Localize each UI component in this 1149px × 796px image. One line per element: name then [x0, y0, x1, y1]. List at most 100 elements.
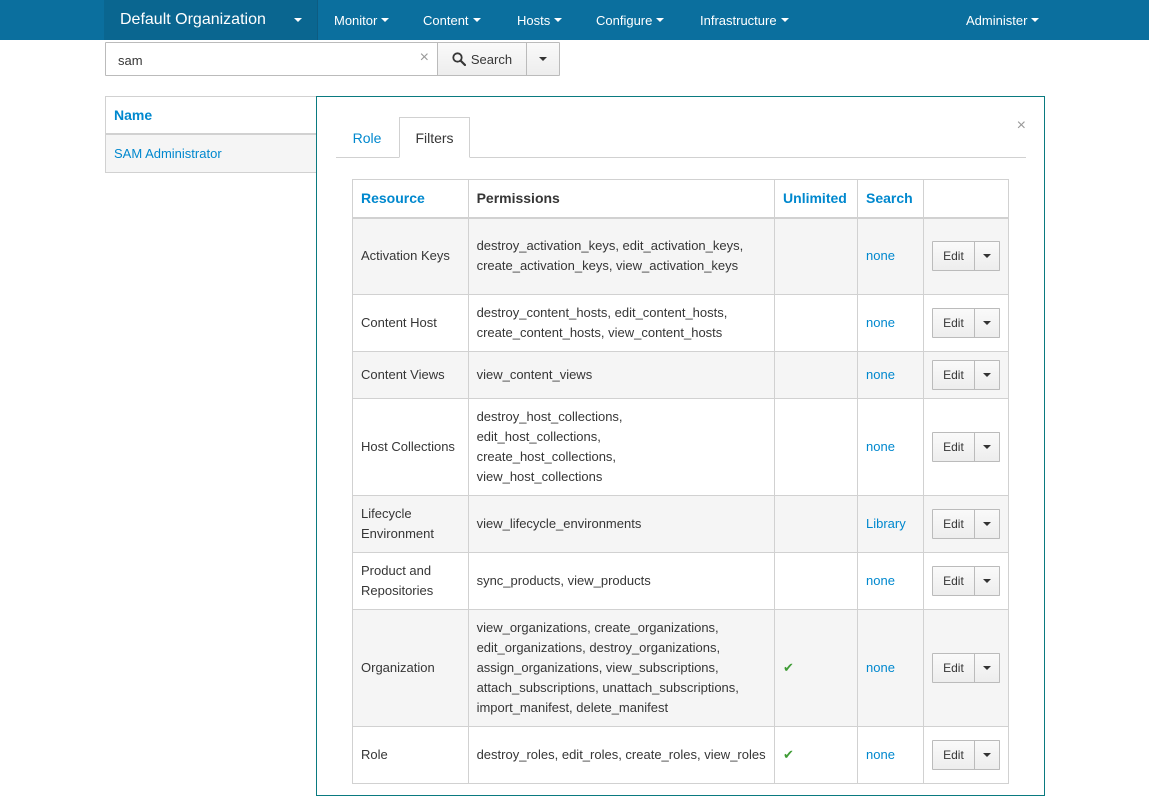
role-detail-panel: × Role Filters Resource Permissions Unli… [316, 96, 1045, 796]
edit-options-dropdown[interactable] [974, 360, 1000, 390]
cell-permissions: view_content_views [467, 351, 776, 399]
chevron-down-icon [381, 18, 390, 22]
nav-menu-infrastructure[interactable]: Infrastructure [700, 0, 789, 40]
cell-resource: Content Views [352, 351, 469, 399]
edit-button-group: Edit [931, 360, 1000, 390]
cell-permissions: destroy_host_collections, edit_host_coll… [467, 398, 776, 496]
nav-menu-configure[interactable]: Configure [596, 0, 665, 40]
column-header-resource[interactable]: Resource [352, 179, 469, 219]
table-row: Activation Keys destroy_activation_keys,… [352, 217, 1010, 295]
cell-actions: Edit [922, 351, 1010, 399]
chevron-down-icon [656, 18, 665, 22]
search-filter-link[interactable]: none [866, 248, 895, 263]
edit-button-group: Edit [931, 241, 1000, 272]
cell-actions: Edit [922, 495, 1010, 553]
chevron-down-icon [554, 18, 563, 22]
panel-tabs: Role Filters [336, 117, 1026, 158]
tab-filters[interactable]: Filters [399, 117, 470, 158]
cell-resource: Content Host [352, 294, 469, 352]
edit-button-group: Edit [931, 566, 1000, 596]
checkmark-icon: ✔ [783, 747, 794, 762]
cell-permissions: destroy_content_hosts, edit_content_host… [467, 294, 776, 352]
cell-permissions: view_lifecycle_environments [467, 495, 776, 553]
chevron-down-icon [982, 579, 991, 583]
edit-options-dropdown[interactable] [974, 432, 1000, 462]
edit-options-dropdown[interactable] [974, 509, 1000, 539]
cell-resource: Activation Keys [352, 217, 469, 295]
chevron-down-icon [982, 522, 991, 526]
edit-button-group: Edit [931, 740, 1000, 770]
cell-unlimited [774, 398, 858, 496]
search-field: × [105, 42, 438, 76]
cell-actions: Edit [922, 294, 1010, 352]
organization-switcher[interactable]: Default Organization [104, 0, 318, 40]
tab-role[interactable]: Role [336, 117, 398, 158]
cell-search: none [857, 552, 924, 610]
list-item-role[interactable]: SAM Administrator [106, 135, 316, 172]
column-header-name[interactable]: Name [106, 97, 316, 135]
edit-button[interactable]: Edit [931, 241, 975, 272]
column-header-permissions: Permissions [467, 179, 776, 219]
search-filter-link[interactable]: none [866, 573, 895, 588]
search-filter-link[interactable]: none [866, 367, 895, 382]
search-filter-link[interactable]: none [866, 439, 895, 454]
table-row: Host Collections destroy_host_collection… [352, 398, 1010, 496]
search-filter-link[interactable]: none [866, 660, 895, 675]
cell-resource: Organization [352, 609, 469, 727]
edit-button[interactable]: Edit [931, 308, 975, 338]
search-filter-link[interactable]: none [866, 315, 895, 330]
edit-options-dropdown[interactable] [974, 241, 1000, 272]
cell-resource: Product and Repositories [352, 552, 469, 610]
edit-options-dropdown[interactable] [974, 653, 1000, 683]
chevron-down-icon [982, 445, 991, 449]
cell-actions: Edit [922, 552, 1010, 610]
search-filter-link[interactable]: Library [866, 516, 906, 531]
edit-button[interactable]: Edit [931, 566, 975, 596]
organization-name: Default Organization [120, 11, 266, 28]
search-filter-link[interactable]: none [866, 747, 895, 762]
cell-search: none [857, 294, 924, 352]
edit-button[interactable]: Edit [931, 432, 975, 462]
edit-button[interactable]: Edit [931, 360, 975, 390]
table-row: Content Host destroy_content_hosts, edit… [352, 294, 1010, 352]
cell-unlimited [774, 217, 858, 295]
table-row: Content Views view_content_views none Ed… [352, 351, 1010, 399]
edit-options-dropdown[interactable] [974, 566, 1000, 596]
search-bookmarks-dropdown[interactable] [526, 42, 560, 76]
cell-actions: Edit [922, 726, 1010, 784]
column-header-search[interactable]: Search [857, 179, 924, 219]
search-button[interactable]: Search [437, 42, 527, 76]
chevron-down-icon [982, 321, 991, 325]
edit-button-group: Edit [931, 653, 1000, 683]
edit-button[interactable]: Edit [931, 740, 975, 770]
search-button-label: Search [470, 51, 513, 67]
cell-unlimited [774, 552, 858, 610]
cell-search: Library [857, 495, 924, 553]
nav-menu-label: Monitor [334, 12, 378, 28]
nav-menu-administer[interactable]: Administer [966, 0, 1040, 40]
cell-unlimited: ✔ [774, 609, 858, 727]
edit-options-dropdown[interactable] [974, 308, 1000, 338]
chevron-down-icon [982, 666, 991, 670]
cell-actions: Edit [922, 398, 1010, 496]
search-input[interactable] [118, 50, 408, 70]
column-header-actions [922, 179, 1010, 219]
nav-menu-hosts[interactable]: Hosts [517, 0, 563, 40]
cell-resource: Host Collections [352, 398, 469, 496]
edit-button[interactable]: Edit [931, 653, 975, 683]
cell-search: none [857, 609, 924, 727]
nav-menu-label: Hosts [517, 12, 551, 28]
cell-permissions: sync_products, view_products [467, 552, 776, 610]
nav-menu-monitor[interactable]: Monitor [334, 0, 390, 40]
cell-search: none [857, 217, 924, 295]
nav-menu-content[interactable]: Content [423, 0, 481, 40]
table-row: Lifecycle Environment view_lifecycle_env… [352, 495, 1010, 553]
roles-list-table: Name SAM Administrator [105, 96, 317, 173]
cell-permissions: destroy_roles, edit_roles, create_roles,… [467, 726, 776, 784]
edit-button[interactable]: Edit [931, 509, 975, 539]
edit-options-dropdown[interactable] [974, 740, 1000, 770]
clear-search-icon[interactable]: × [420, 49, 429, 67]
search-icon [452, 52, 466, 66]
column-header-unlimited[interactable]: Unlimited [774, 179, 858, 219]
chevron-down-icon [982, 373, 991, 377]
